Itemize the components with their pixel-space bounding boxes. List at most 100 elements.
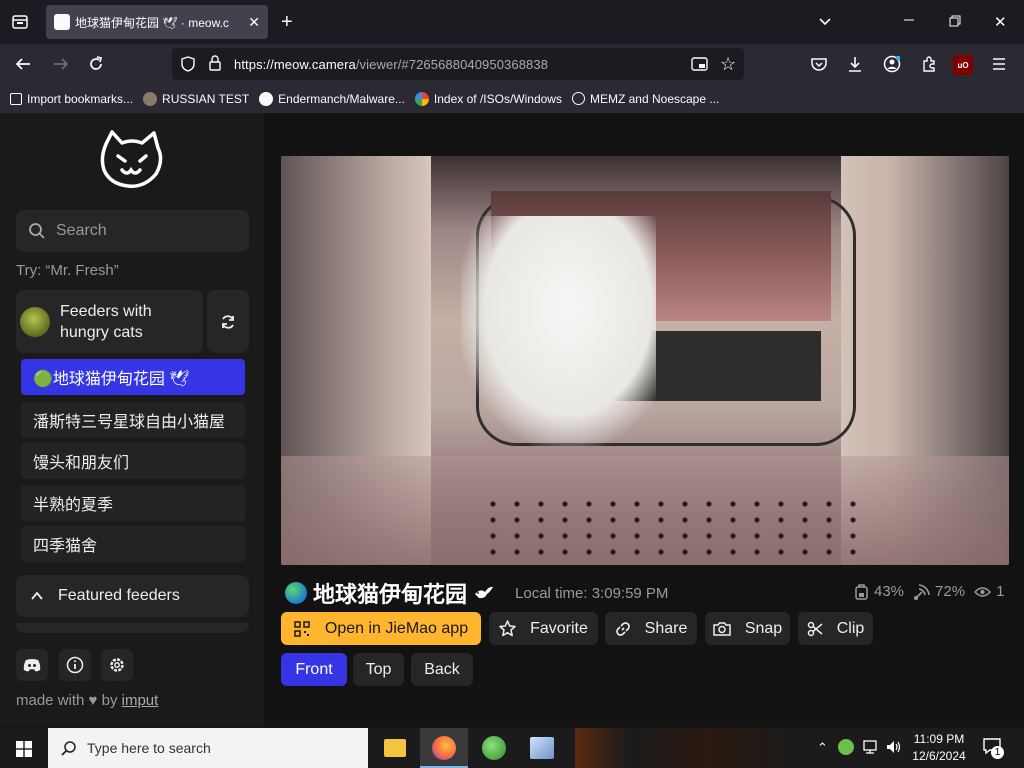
bookmark-endermanch[interactable]: Endermanch/Malware... bbox=[259, 91, 405, 106]
active-tab[interactable]: 地球猫伊甸花园 🕊 · meow.c ✕ bbox=[46, 5, 268, 39]
tab-close-icon[interactable]: ✕ bbox=[248, 14, 260, 31]
open-in-app-button[interactable]: Open in JieMao app bbox=[281, 612, 481, 645]
bookmark-memz[interactable]: MEMZ and Noescape ... bbox=[571, 92, 719, 106]
url-path: /viewer/#7265688040950368838 bbox=[355, 57, 549, 72]
discord-button[interactable] bbox=[16, 649, 48, 681]
minimize-icon[interactable] bbox=[902, 12, 916, 26]
lock-icon[interactable] bbox=[208, 55, 222, 71]
tab-title: 地球猫伊甸花园 🕊 · meow.c bbox=[75, 15, 229, 30]
file-explorer-icon[interactable] bbox=[384, 739, 406, 757]
taskbar-firefox[interactable] bbox=[420, 728, 468, 768]
control-panel-icon[interactable] bbox=[530, 737, 554, 759]
bookmark-isos[interactable]: Index of /ISOs/Windows bbox=[414, 91, 562, 106]
clock-time: 11:09 PM bbox=[913, 732, 965, 746]
windows-start-icon[interactable] bbox=[16, 741, 32, 762]
close-window-icon[interactable]: ✕ bbox=[994, 13, 1007, 31]
feeder-group-selector[interactable]: Feeders with hungry cats bbox=[16, 290, 203, 353]
camera-item[interactable]: 馒头和朋友们 bbox=[21, 443, 245, 479]
messenger-icon[interactable] bbox=[482, 736, 506, 760]
search-icon bbox=[60, 740, 77, 757]
eye-icon bbox=[974, 586, 992, 598]
ghost-icon bbox=[143, 91, 158, 106]
globe-icon bbox=[571, 92, 585, 105]
camera-item-active[interactable]: 🟢地球猫伊甸花园 🕊 bbox=[21, 359, 245, 395]
people-icon[interactable] bbox=[838, 739, 854, 755]
bookmark-russian-test[interactable]: RUSSIAN TEST bbox=[143, 91, 249, 106]
taskbar-search-input[interactable]: Type here to search bbox=[48, 728, 368, 768]
network-icon[interactable] bbox=[863, 739, 879, 760]
feeder-group-label: Feeders with hungry cats bbox=[60, 302, 152, 341]
volume-icon[interactable] bbox=[886, 739, 902, 760]
sidebar: Search Try: “Mr. Fresh” Feeders with hun… bbox=[0, 113, 264, 727]
ublock-icon[interactable]: uO bbox=[953, 55, 973, 75]
notification-count: 1 bbox=[991, 746, 1004, 759]
picture-in-picture-icon[interactable] bbox=[691, 56, 708, 72]
camera-item[interactable]: 半熟的夏季 bbox=[21, 485, 245, 521]
featured-feeders-toggle[interactable]: Featured feeders bbox=[16, 575, 249, 617]
favorite-button[interactable]: Favorite bbox=[489, 612, 598, 645]
view-top-button[interactable]: Top bbox=[353, 653, 404, 686]
taskbar-clock[interactable]: 11:09 PM 12/6/2024 bbox=[904, 731, 974, 765]
snap-button[interactable]: Snap bbox=[705, 612, 790, 645]
search-hint: Try: “Mr. Fresh” bbox=[16, 262, 119, 279]
search-placeholder: Search bbox=[56, 222, 107, 239]
notification-center-icon[interactable]: 1 bbox=[982, 737, 1004, 759]
new-tab-icon[interactable]: + bbox=[281, 11, 293, 34]
featured-list-edge bbox=[16, 623, 249, 633]
viewer-count: 1 bbox=[996, 583, 1005, 600]
refresh-button[interactable] bbox=[207, 290, 249, 353]
food-level: 43% bbox=[874, 583, 905, 600]
restore-icon[interactable] bbox=[948, 14, 962, 28]
info-button[interactable] bbox=[59, 649, 91, 681]
globe-icon bbox=[285, 582, 307, 604]
url-text[interactable]: https://meow.camera/viewer/#726568804095… bbox=[234, 57, 548, 72]
chevron-down-icon[interactable] bbox=[817, 13, 833, 29]
camera-icon bbox=[713, 621, 738, 636]
url-bar[interactable]: https://meow.camera/viewer/#726568804095… bbox=[172, 48, 744, 80]
download-icon[interactable] bbox=[846, 55, 864, 73]
chevron-up-icon[interactable]: ⌃ bbox=[817, 740, 828, 756]
bookmark-star-icon[interactable]: ☆ bbox=[720, 54, 736, 75]
heart-icon: ♥ bbox=[88, 692, 98, 709]
tab-list-icon[interactable] bbox=[11, 13, 29, 31]
signal-icon bbox=[913, 583, 930, 600]
feeder-stats: 43% 72% 1 bbox=[854, 583, 1004, 600]
imput-link[interactable]: imput bbox=[122, 692, 159, 709]
firefox-icon bbox=[432, 736, 456, 760]
forward-arrow-icon[interactable] bbox=[52, 55, 70, 73]
github-icon bbox=[259, 91, 274, 106]
cat-food-pellets bbox=[481, 496, 861, 556]
camera-video-feed[interactable] bbox=[281, 156, 1009, 565]
camera-item[interactable]: 潘斯特三号星球自由小猫屋 bbox=[21, 402, 245, 438]
extensions-icon[interactable] bbox=[920, 55, 938, 73]
signal-level: 72% bbox=[935, 583, 966, 600]
camera-item[interactable]: 四季猫舍 bbox=[21, 526, 245, 562]
view-front-button[interactable]: Front bbox=[281, 653, 347, 686]
reload-icon[interactable] bbox=[87, 55, 105, 73]
shield-icon[interactable] bbox=[180, 56, 196, 72]
local-time: Local time: 3:09:59 PM bbox=[515, 584, 669, 602]
account-icon[interactable] bbox=[883, 55, 901, 73]
white-cat bbox=[461, 216, 656, 446]
bookmark-import[interactable]: Import bookmarks... bbox=[10, 92, 133, 106]
chevron-up-icon bbox=[30, 589, 44, 603]
hamburger-menu-icon[interactable] bbox=[991, 56, 1007, 72]
clock-date: 12/6/2024 bbox=[912, 749, 966, 763]
back-arrow-icon[interactable] bbox=[14, 55, 32, 73]
google-icon bbox=[414, 91, 429, 106]
settings-button[interactable] bbox=[101, 649, 133, 681]
windows-taskbar: Type here to search ⌃ 11:09 PM 12/6/2024… bbox=[0, 728, 1024, 768]
url-host: https://meow.camera bbox=[234, 57, 356, 72]
dove-icon bbox=[473, 584, 495, 602]
viewer-title: 地球猫伊甸花园 bbox=[313, 582, 468, 607]
pocket-icon[interactable] bbox=[810, 55, 828, 73]
clip-button[interactable]: Clip bbox=[798, 612, 873, 645]
hungry-cat-icon bbox=[20, 306, 50, 337]
cat-logo-icon[interactable] bbox=[98, 130, 166, 197]
search-input[interactable]: Search bbox=[16, 210, 249, 252]
refresh-icon bbox=[219, 313, 237, 331]
scissors-icon bbox=[807, 621, 830, 637]
view-back-button[interactable]: Back bbox=[411, 653, 473, 686]
share-button[interactable]: Share bbox=[605, 612, 697, 645]
qr-code-icon bbox=[294, 620, 317, 637]
